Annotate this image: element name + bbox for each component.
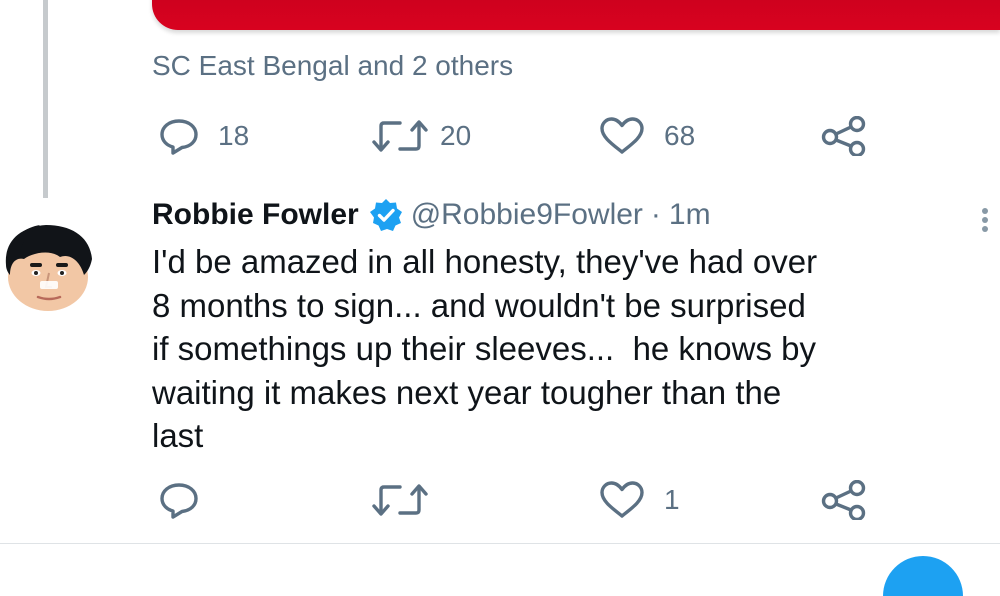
- retweet-icon: [372, 484, 428, 516]
- tweet-text-line: last: [152, 417, 204, 454]
- author-name[interactable]: Robbie Fowler: [152, 198, 359, 232]
- prev-like-button[interactable]: 68: [598, 116, 695, 156]
- avatar[interactable]: [0, 213, 94, 311]
- previous-tweet-media[interactable]: [152, 0, 1000, 30]
- tweet-divider: [0, 543, 1000, 544]
- tweet-text-line: if somethings up their sleeves... he kno…: [152, 330, 816, 367]
- thread-connector-line: [43, 0, 48, 198]
- compose-fab[interactable]: [883, 556, 963, 596]
- tweet-text-line: waiting it makes next year tougher than …: [152, 373, 782, 411]
- like-count: 68: [664, 120, 696, 151]
- share-icon: [821, 480, 866, 520]
- more-options-icon[interactable]: [975, 205, 995, 235]
- like-icon: [600, 117, 644, 154]
- prev-share-button[interactable]: [820, 116, 868, 156]
- like-count: 1: [664, 484, 680, 515]
- like-button[interactable]: 1: [598, 480, 680, 520]
- retweet-button[interactable]: [370, 480, 430, 520]
- reply-icon: [160, 119, 198, 155]
- reply-icon: [160, 483, 198, 519]
- author-handle[interactable]: @Robbie9Fowler: [411, 198, 643, 232]
- reply-count: 18: [218, 120, 250, 151]
- reply-context[interactable]: SC East Bengal and 2 others: [152, 50, 513, 82]
- reply-button[interactable]: [158, 480, 200, 520]
- tweet-header: Robbie Fowler @Robbie9Fowler · 1m: [152, 198, 711, 232]
- avatar-illustration: [5, 225, 92, 311]
- verified-badge-icon: [369, 199, 402, 231]
- prev-retweet-button[interactable]: 20: [370, 116, 471, 156]
- separator-dot: ·: [650, 198, 661, 231]
- share-button[interactable]: [820, 480, 868, 520]
- tweet-text-line: I'd be amazed in all honesty, they've ha…: [152, 243, 818, 280]
- tweet-text: I'd be amazed in all honesty, they've ha…: [152, 240, 1000, 458]
- retweet-count: 20: [440, 120, 472, 151]
- like-icon: [600, 481, 644, 518]
- share-icon: [821, 116, 866, 156]
- tweet-timestamp[interactable]: 1m: [669, 198, 711, 232]
- prev-reply-button[interactable]: 18: [158, 116, 249, 156]
- retweet-icon: [372, 120, 428, 152]
- tweet-text-line: 8 months to sign... and wouldn't be surp…: [152, 286, 806, 324]
